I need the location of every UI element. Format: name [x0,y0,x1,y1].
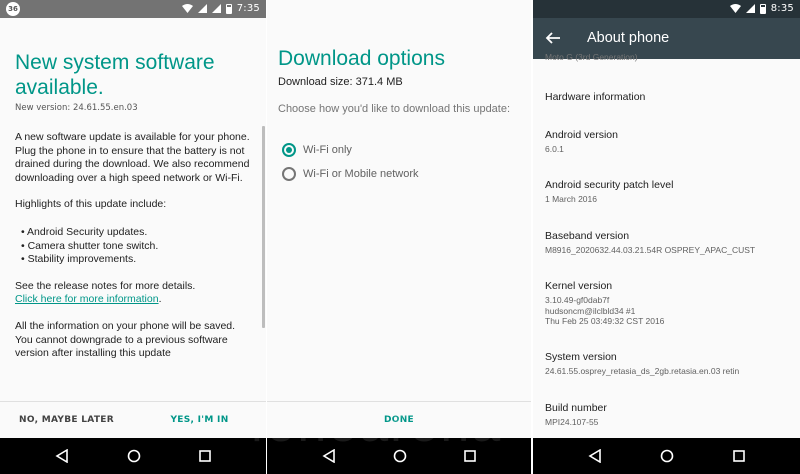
signal-icon-2 [211,4,221,13]
model-value-partial: Moto G (3rd Generation) [545,52,638,62]
list-item-hardware-information[interactable]: Hardware information [545,91,792,103]
recents-icon[interactable] [733,450,745,462]
list-item-android-version[interactable]: Android version 6.0.1 [545,129,792,155]
item-value: 1 March 2016 [545,194,597,204]
downgrade-warning: All the information on your phone will b… [15,319,236,360]
download-options-screen: Download options Download size: 371.4 MB… [267,0,531,474]
back-icon[interactable] [588,449,602,463]
navigation-bar [267,438,531,474]
recents-icon[interactable] [199,450,211,462]
panel-divider [531,0,533,474]
wifi-or-mobile-option[interactable]: Wi-Fi or Mobile network [282,167,419,181]
status-time: 7:35 [236,3,260,14]
list-item-baseband-version[interactable]: Baseband version M8916_2020632.44.03.21.… [545,230,792,256]
back-icon[interactable] [322,449,336,463]
list-item: Stability improvements. [21,253,253,267]
signal-icon [745,4,755,13]
item-heading: Android security patch level [545,179,674,191]
signal-icon [197,4,207,13]
scrollbar[interactable] [262,126,265,328]
update-title: New system software available. [15,51,215,99]
item-heading: Kernel version [545,280,613,292]
maybe-later-button[interactable]: NO, MAYBE LATER [0,415,133,425]
release-notes: See the release notes for more details. … [15,280,253,307]
wifi-only-option[interactable]: Wi-Fi only [282,143,352,157]
update-intro-paragraph: A new software update is available for y… [15,131,250,184]
item-value: MPI24.107-55 [545,417,599,427]
recents-icon[interactable] [464,450,477,462]
item-value: 24.61.55.osprey_retasia_ds_2gb.retasia.e… [545,366,740,376]
item-heading: Build number [545,402,607,414]
update-description: A new software update is available for y… [15,131,253,374]
arrow-back-icon[interactable] [545,30,561,46]
item-heading: Android version [545,129,618,141]
wifi-icon [181,4,193,13]
item-heading: Hardware information [545,91,646,103]
install-update-button[interactable]: YES, I'M IN [133,415,266,425]
status-time: 8:35 [770,3,794,14]
home-icon[interactable] [127,449,141,463]
item-value: M8916_2020632.44.03.21.54R OSPREY_APAC_C… [545,245,756,255]
notification-count-icon: 36 [6,2,20,16]
item-value: 6.0.1 [545,144,564,154]
status-bar: 8:35 [533,0,800,18]
release-notes-suffix: . [158,293,162,306]
back-icon[interactable] [55,449,69,463]
wifi-icon [729,4,741,13]
list-item-system-version[interactable]: System version 24.61.55.osprey_retasia_d… [545,351,792,377]
status-bar: 36 7:35 [0,0,266,18]
more-information-link[interactable]: Click here for more information [15,293,159,305]
item-heading: System version [545,351,617,363]
panel-divider [266,0,267,474]
option-label: Wi-Fi or Mobile network [303,168,419,180]
home-icon[interactable] [393,449,407,463]
list-item-build-number[interactable]: Build number MPI24.107-55 [545,402,792,428]
about-phone-screen: 8:35 About phone Moto G (3rd Generation)… [533,0,800,474]
download-options-title: Download options [278,47,445,70]
radio-selected-icon[interactable] [282,143,296,157]
page-title: About phone [587,30,670,46]
item-heading: Baseband version [545,230,630,242]
list-item-security-patch[interactable]: Android security patch level 1 March 201… [545,179,792,205]
battery-icon [225,3,232,14]
battery-icon [759,3,766,14]
highlights-list: Android Security updates. Camera shutter… [21,226,253,267]
software-update-screen: 36 7:35 New system software available. N… [0,0,266,474]
radio-unselected-icon[interactable] [282,167,296,181]
update-version: New version: 24.61.55.en.03 [15,103,138,113]
release-notes-text: See the release notes for more details. [15,279,196,292]
highlights-heading: Highlights of this update include: [15,198,167,211]
list-item: Android Security updates. [21,226,253,240]
option-label: Wi-Fi only [303,144,352,156]
list-item: Camera shutter tone switch. [21,240,253,254]
navigation-bar [0,438,266,474]
item-value: 3.10.49-gf0dab7f hudsoncm@ilclbld34 #1 T… [545,295,665,326]
done-button[interactable]: DONE [267,401,531,438]
update-action-bar: NO, MAYBE LATER YES, I'M IN [0,401,266,438]
home-icon[interactable] [660,449,674,463]
download-prompt: Choose how you'd like to download this u… [278,103,511,115]
list-item-kernel-version[interactable]: Kernel version 3.10.49-gf0dab7f hudsoncm… [545,280,792,327]
download-size: Download size: 371.4 MB [278,76,403,88]
navigation-bar [533,438,800,474]
